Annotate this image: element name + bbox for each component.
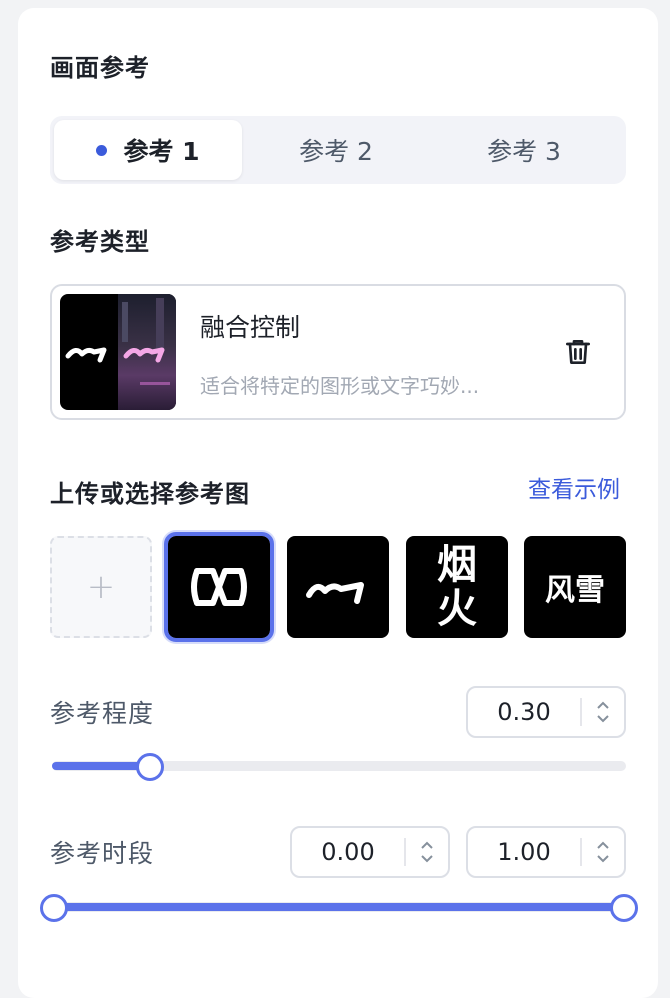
reference-tile-signature[interactable] — [287, 536, 389, 638]
upload-label: 上传或选择参考图 — [50, 480, 250, 508]
reference-panel: 画面参考 参考 1 参考 2 参考 3 参考类型 融合控制 适合将特定的图形或文… — [18, 8, 658, 998]
ref-type-label: 参考类型 — [50, 228, 150, 256]
view-example-link[interactable]: 查看示例 — [528, 470, 620, 504]
chevron-up-icon[interactable] — [596, 841, 610, 850]
fusion-logo-icon — [191, 568, 247, 606]
chevron-down-icon[interactable] — [420, 854, 434, 863]
period-slider-start-handle[interactable] — [40, 894, 68, 922]
strength-stepper[interactable]: 0.30 — [466, 686, 626, 738]
period-end-value[interactable]: 1.00 — [468, 838, 580, 866]
period-start-value[interactable]: 0.00 — [292, 838, 404, 866]
chevron-up-icon[interactable] — [596, 701, 610, 710]
ref-type-title: 融合控制 — [200, 313, 301, 342]
plus-icon: + — [86, 567, 116, 607]
reference-tile-fengxue[interactable]: 风雪 — [524, 536, 626, 638]
ref-type-thumbnail — [60, 294, 176, 410]
strength-slider-handle[interactable] — [136, 753, 164, 781]
active-dot-icon — [96, 144, 108, 156]
tab-label: 参考 3 — [487, 137, 561, 166]
reference-tile-fusion[interactable] — [164, 532, 274, 642]
strength-slider-fill — [52, 762, 142, 770]
strength-label: 参考程度 — [50, 699, 155, 728]
trash-icon[interactable] — [562, 336, 594, 368]
ref-type-description: 适合将特定的图形或文字巧妙... — [200, 374, 480, 398]
chevron-up-icon[interactable] — [420, 841, 434, 850]
section-title: 画面参考 — [50, 54, 150, 82]
chevron-down-icon[interactable] — [596, 714, 610, 723]
period-slider-fill — [52, 903, 626, 911]
signature-logo-icon — [306, 582, 364, 604]
period-end-stepper[interactable]: 1.00 — [466, 826, 626, 878]
reference-tabs: 参考 1 参考 2 参考 3 — [50, 116, 626, 184]
tab-reference-3[interactable]: 参考 3 — [430, 120, 618, 180]
period-label: 参考时段 — [50, 839, 155, 868]
strength-value[interactable]: 0.30 — [468, 698, 580, 726]
ref-type-card[interactable]: 融合控制 适合将特定的图形或文字巧妙... — [50, 284, 626, 420]
tab-reference-1[interactable]: 参考 1 — [54, 120, 242, 180]
tab-reference-2[interactable]: 参考 2 — [242, 120, 430, 180]
chevron-down-icon[interactable] — [596, 854, 610, 863]
tab-label: 参考 1 — [123, 137, 200, 166]
yanhuo-text: 烟火 — [437, 542, 477, 632]
period-start-stepper[interactable]: 0.00 — [290, 826, 450, 878]
period-slider-end-handle[interactable] — [610, 894, 638, 922]
tab-label: 参考 2 — [299, 137, 373, 166]
reference-tile-yanhuo[interactable]: 烟火 — [406, 536, 508, 638]
fengxue-text: 风雪 — [545, 573, 605, 608]
add-reference-button[interactable]: + — [50, 536, 152, 638]
